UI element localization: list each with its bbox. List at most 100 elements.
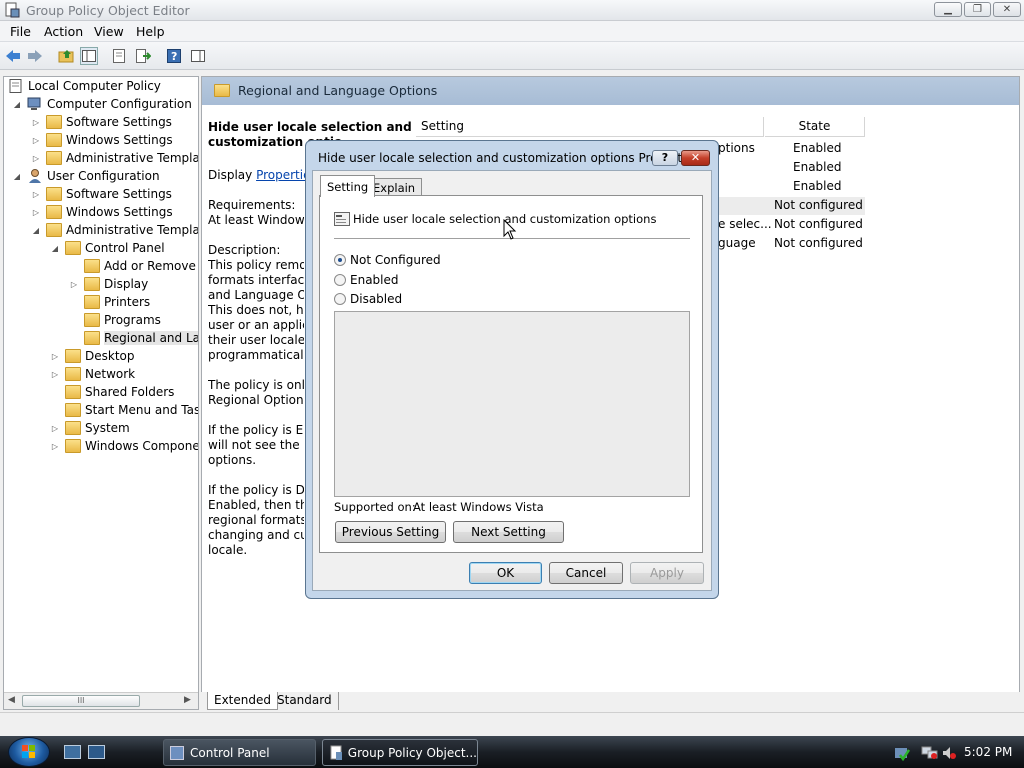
apply-button[interactable]: Apply [630, 562, 704, 584]
radio-disabled[interactable]: Disabled [334, 292, 402, 306]
folder-icon [65, 349, 81, 363]
expand-icon[interactable]: ▷ [31, 118, 41, 127]
tree-item-software-settings-user[interactable]: ▷ Software Settings [31, 185, 172, 203]
clock[interactable]: 5:02 PM [964, 745, 1012, 759]
tree-item-shared-folders[interactable]: Shared Folders [50, 383, 174, 401]
tab-standard[interactable]: Standard [271, 692, 339, 710]
help-button[interactable]: ? [165, 47, 183, 65]
minimize-button[interactable]: ▁ [934, 2, 962, 17]
tree-item-software-settings[interactable]: ▷ Software Settings [31, 113, 172, 131]
tab-extended[interactable]: Extended [207, 692, 278, 710]
dialog-title: Hide user locale selection and customiza… [318, 151, 694, 165]
maximize-button[interactable]: ❐ [964, 2, 991, 17]
tree-item-user-configuration[interactable]: ◢ User Configuration [12, 167, 160, 185]
dialog-help-button[interactable]: ? [652, 150, 678, 166]
tree-horizontal-scrollbar[interactable]: ◀ III ▶ [4, 692, 198, 709]
tree-item-add-or-remove-programs[interactable]: Add or Remove P [69, 257, 198, 275]
folder-icon [214, 84, 230, 97]
scroll-right-icon[interactable]: ▶ [184, 695, 191, 705]
ok-button[interactable]: OK [469, 562, 542, 584]
export-list-button[interactable] [134, 47, 152, 65]
collapse-icon[interactable]: ◢ [12, 172, 22, 181]
tree-item-display[interactable]: ▷ Display [69, 275, 148, 293]
network-icon[interactable] [921, 745, 939, 761]
show-hide-tree-button[interactable] [80, 47, 98, 65]
supported-on-label: Supported on: [334, 500, 416, 514]
show-desktop-icon[interactable] [64, 745, 81, 759]
tree-item-regional-and-language-options[interactable]: Regional and Lan [69, 329, 198, 347]
tree-item-desktop[interactable]: ▷ Desktop [50, 347, 135, 365]
up-folder-button[interactable] [57, 47, 75, 65]
menu-view[interactable]: View [94, 24, 124, 39]
start-button[interactable] [8, 737, 50, 767]
collapse-icon[interactable]: ◢ [31, 226, 41, 235]
column-header-setting[interactable]: Setting [416, 117, 764, 137]
tree-item-printers[interactable]: Printers [69, 293, 150, 311]
tab-setting[interactable]: Setting [320, 175, 376, 197]
folder-icon [84, 331, 100, 345]
tree-item-administrative-templates[interactable]: ▷ Administrative Template [31, 149, 198, 167]
radio-enabled[interactable]: Enabled [334, 273, 399, 287]
tree-item-local-computer-policy[interactable]: Local Computer Policy [8, 77, 161, 95]
expand-icon[interactable]: ▷ [50, 424, 60, 433]
dialog-close-button[interactable]: ✕ [681, 150, 710, 166]
expand-icon[interactable]: ▷ [31, 208, 41, 217]
tree-item-administrative-templates-user[interactable]: ◢ Administrative Template [31, 221, 198, 239]
cancel-button[interactable]: Cancel [549, 562, 623, 584]
forward-button[interactable] [26, 47, 44, 65]
tree-view: Local Computer Policy ◢ Computer Configur… [4, 77, 198, 691]
menu-help[interactable]: Help [136, 24, 165, 39]
expand-icon[interactable]: ▷ [50, 442, 60, 451]
close-icon: ✕ [690, 151, 701, 164]
back-button[interactable] [4, 47, 22, 65]
row-setting-5[interactable]: e selec... [718, 217, 772, 231]
collapse-icon[interactable]: ◢ [50, 244, 60, 253]
window-title: Group Policy Object Editor [26, 3, 190, 18]
radio-button[interactable] [334, 254, 346, 266]
tree-item-windows-components[interactable]: ▷ Windows Componen [50, 437, 198, 455]
row-setting-1[interactable]: ptions [718, 141, 755, 155]
tree-item-windows-settings[interactable]: ▷ Windows Settings [31, 131, 173, 149]
tree-item-system[interactable]: ▷ System [50, 419, 130, 437]
description-line: Description: [208, 243, 281, 257]
expand-icon[interactable]: ▷ [31, 136, 41, 145]
column-header-state[interactable]: State [765, 117, 865, 137]
properties-button[interactable] [110, 47, 128, 65]
tree-item-computer-configuration[interactable]: ◢ Computer Configuration [12, 95, 192, 113]
folder-icon [65, 385, 81, 399]
menu-action[interactable]: Action [44, 24, 83, 39]
view-tabs: Extended Standard [201, 692, 1020, 711]
taskbar-button-control-panel[interactable]: Control Panel [163, 739, 316, 766]
row-setting-6[interactable]: guage [718, 236, 756, 250]
security-center-icon[interactable] [894, 745, 910, 761]
description-line: options. [208, 453, 257, 467]
row-state-4: Not configured [774, 198, 863, 212]
tree-item-network[interactable]: ▷ Network [50, 365, 135, 383]
tree-item-windows-settings-user[interactable]: ▷ Windows Settings [31, 203, 173, 221]
previous-setting-button[interactable]: Previous Setting [335, 521, 446, 543]
close-button[interactable]: ✕ [993, 2, 1021, 17]
expand-icon[interactable]: ▷ [31, 154, 41, 163]
description-line [208, 228, 304, 243]
expand-icon[interactable]: ▷ [69, 280, 79, 289]
radio-button[interactable] [334, 293, 346, 305]
scroll-thumb[interactable]: III [22, 695, 140, 707]
expand-icon[interactable]: ▷ [50, 370, 60, 379]
expand-icon[interactable]: ▷ [31, 190, 41, 199]
radio-not-configured[interactable]: Not Configured [334, 253, 441, 267]
control-panel-icon [170, 745, 184, 760]
tree-item-start-menu-and-taskbar[interactable]: Start Menu and Task [50, 401, 198, 419]
show-hide-action-pane-button[interactable] [189, 47, 207, 65]
tree-item-control-panel[interactable]: ◢ Control Panel [50, 239, 165, 257]
taskbar-button-group-policy[interactable]: Group Policy Object... [322, 739, 478, 766]
expand-icon[interactable]: ▷ [50, 352, 60, 361]
scroll-left-icon[interactable]: ◀ [8, 695, 15, 705]
switch-windows-icon[interactable] [88, 745, 105, 759]
menu-file[interactable]: File [10, 24, 31, 39]
collapse-icon[interactable]: ◢ [12, 100, 22, 109]
next-setting-button[interactable]: Next Setting [453, 521, 564, 543]
tree-item-programs[interactable]: Programs [69, 311, 161, 329]
volume-icon[interactable] [941, 745, 957, 761]
policy-description: Requirements:At least Windows V Descripti… [208, 198, 304, 558]
radio-button[interactable] [334, 274, 346, 286]
